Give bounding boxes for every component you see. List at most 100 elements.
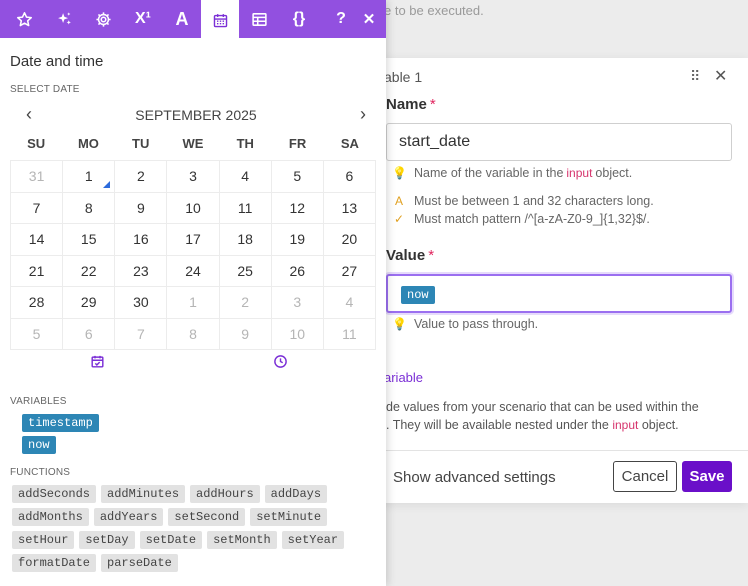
weekday-label: TH <box>236 136 254 151</box>
day-cell[interactable]: 1 <box>167 287 219 318</box>
day-cell[interactable]: 16 <box>115 224 167 255</box>
day-cell[interactable]: 13 <box>323 192 375 223</box>
function-item[interactable]: addSeconds <box>12 485 97 503</box>
day-cell[interactable]: 30 <box>115 287 167 318</box>
functions-list: addSeconds addMinutes addHours addDays a… <box>12 485 362 577</box>
weekday-label: FR <box>288 136 307 151</box>
day-cell[interactable]: 3 <box>271 287 323 318</box>
function-item[interactable]: setDate <box>139 531 203 549</box>
function-item[interactable]: addHours <box>190 485 260 503</box>
day-cell[interactable]: 2 <box>115 161 167 192</box>
day-cell[interactable]: 14 <box>11 224 63 255</box>
braces-icon[interactable]: {} <box>280 0 318 38</box>
function-item[interactable]: addMinutes <box>101 485 186 503</box>
add-variable-link[interactable]: ariable <box>384 370 423 385</box>
day-cell[interactable]: 6 <box>63 318 115 349</box>
star-icon[interactable] <box>5 0 43 38</box>
required-mark: * <box>429 96 436 113</box>
variables-list: timestamp now <box>22 414 99 458</box>
day-cell[interactable]: 7 <box>115 318 167 349</box>
superscript-icon[interactable]: X¹ <box>124 0 162 38</box>
variable-now[interactable]: now <box>22 436 56 454</box>
day-cell[interactable]: 7 <box>11 192 63 223</box>
text-icon[interactable]: A <box>163 0 201 38</box>
day-cell[interactable]: 10 <box>271 318 323 349</box>
day-cell[interactable]: 4 <box>323 287 375 318</box>
day-cell[interactable]: 27 <box>323 255 375 286</box>
gear-icon[interactable] <box>84 0 122 38</box>
day-cell[interactable]: 20 <box>323 224 375 255</box>
now-pill[interactable]: now <box>401 286 435 304</box>
day-cell[interactable]: 21 <box>11 255 63 286</box>
name-label: Name * <box>386 96 436 113</box>
function-item[interactable]: addMonths <box>12 508 89 526</box>
day-cell[interactable]: 8 <box>167 318 219 349</box>
calendar: SU MO TU WE TH FR SA 31 1 2 3 4 5 6 7 8 … <box>10 132 376 350</box>
close-icon[interactable]: ✕ <box>714 66 727 86</box>
day-cell[interactable]: 29 <box>63 287 115 318</box>
day-cell[interactable]: 2 <box>219 287 271 318</box>
check-icon: ✓ <box>393 212 405 226</box>
day-cell[interactable]: 24 <box>167 255 219 286</box>
value-hint: 💡 Value to pass through. <box>392 317 539 331</box>
weekday-header: SU MO TU WE TH FR SA <box>10 132 376 160</box>
day-cell[interactable]: 10 <box>167 192 219 223</box>
day-cell[interactable]: 11 <box>219 192 271 223</box>
name-input[interactable]: start_date <box>386 123 732 161</box>
weekday-label: WE <box>182 136 204 151</box>
function-item[interactable]: addDays <box>264 485 328 503</box>
day-cell[interactable]: 4 <box>219 161 271 192</box>
panel-title: Date and time <box>10 53 104 70</box>
show-advanced-settings-toggle[interactable]: Show advanced settings <box>393 469 556 486</box>
clock-icon[interactable] <box>273 354 288 374</box>
day-cell[interactable]: 18 <box>219 224 271 255</box>
functions-label: FUNCTIONS <box>10 467 71 478</box>
rule-pattern: ✓ Must match pattern /^[a-zA-Z0-9_]{1,32… <box>393 212 650 226</box>
function-item[interactable]: setMinute <box>250 508 328 526</box>
day-cell[interactable]: 17 <box>167 224 219 255</box>
day-cell[interactable]: 11 <box>323 318 375 349</box>
day-cell[interactable]: 22 <box>63 255 115 286</box>
day-cell[interactable]: 15 <box>63 224 115 255</box>
day-cell[interactable]: 9 <box>219 318 271 349</box>
month-title: SEPTEMBER 2025 <box>135 107 257 123</box>
day-cell[interactable]: 12 <box>271 192 323 223</box>
variable-timestamp[interactable]: timestamp <box>22 414 99 432</box>
calendar-icon[interactable] <box>201 0 239 40</box>
function-item[interactable]: setSecond <box>168 508 246 526</box>
function-item[interactable]: setYear <box>281 531 345 549</box>
save-button[interactable]: Save <box>682 461 732 492</box>
day-cell[interactable]: 28 <box>11 287 63 318</box>
panel-title: able 1 <box>384 69 423 85</box>
day-cell[interactable]: 23 <box>115 255 167 286</box>
function-item[interactable]: setHour <box>12 531 75 549</box>
calendar-grid: 31 1 2 3 4 5 6 7 8 9 10 11 12 13 14 15 1… <box>10 160 376 350</box>
function-item[interactable]: formatDate <box>12 554 97 572</box>
weekday-label: MO <box>77 136 99 151</box>
day-cell[interactable]: 6 <box>323 161 375 192</box>
value-label: Value * <box>386 247 435 264</box>
day-cell[interactable]: 8 <box>63 192 115 223</box>
picker-toolbar: X¹ A {} ? ✕ <box>0 0 388 40</box>
day-cell[interactable]: 19 <box>271 224 323 255</box>
day-cell[interactable]: 9 <box>115 192 167 223</box>
day-cell[interactable]: 5 <box>11 318 63 349</box>
table-icon[interactable] <box>240 0 278 38</box>
next-month-chevron-icon[interactable]: › <box>360 104 366 125</box>
function-item[interactable]: addYears <box>93 508 164 526</box>
function-item[interactable]: setDay <box>79 531 135 549</box>
cancel-button[interactable]: Cancel <box>613 461 677 492</box>
calendar-check-icon[interactable] <box>90 354 105 374</box>
drag-handle-icon[interactable]: ⠿ <box>690 68 700 85</box>
function-item[interactable]: setMonth <box>207 531 277 549</box>
day-cell[interactable]: 26 <box>271 255 323 286</box>
function-item[interactable]: parseDate <box>101 554 178 572</box>
day-cell[interactable]: 31 <box>11 161 63 192</box>
day-cell[interactable]: 5 <box>271 161 323 192</box>
sparkles-icon[interactable] <box>45 0 83 38</box>
day-cell[interactable]: 25 <box>219 255 271 286</box>
day-cell[interactable]: 3 <box>167 161 219 192</box>
close-icon[interactable]: ✕ <box>350 0 388 38</box>
value-input[interactable]: now <box>386 274 732 313</box>
day-cell-today[interactable]: 1 <box>63 161 115 192</box>
